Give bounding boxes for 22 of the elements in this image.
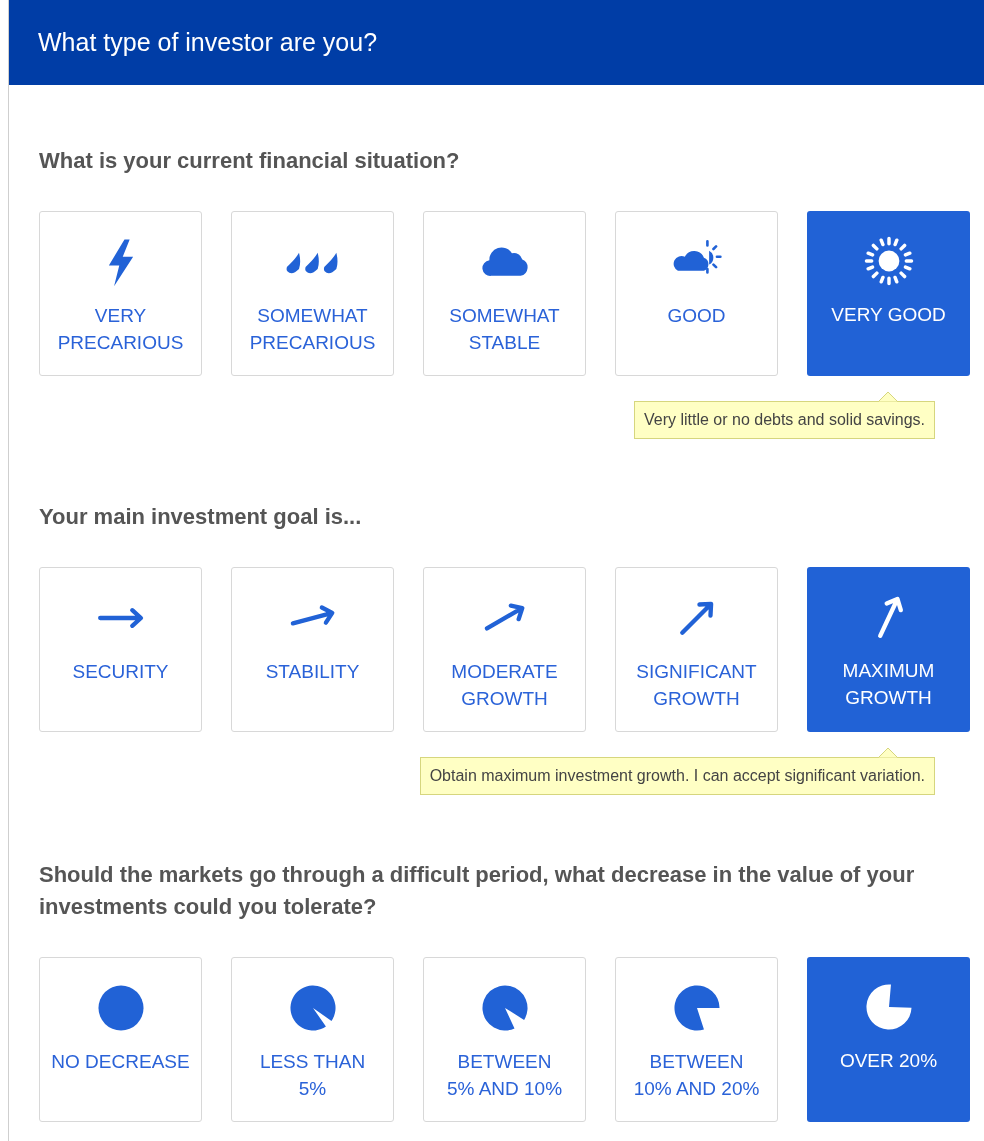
tooltip-pointer	[878, 391, 898, 402]
option-tile[interactable]: SOMEWHAT STABLE	[423, 211, 586, 376]
option-tile[interactable]: SOMEWHAT PRECARIOUS	[231, 211, 394, 376]
question-title: Your main investment goal is...	[39, 503, 363, 531]
option-tile[interactable]: STABILITY	[231, 567, 394, 732]
option-tile[interactable]: LESS THAN 5%	[231, 957, 394, 1122]
option-tile[interactable]: OVER 20%	[807, 957, 970, 1122]
option-tile[interactable]: BETWEEN 5% AND 10%	[423, 957, 586, 1122]
option-tile[interactable]: VERY PRECARIOUS	[39, 211, 202, 376]
option-tile[interactable]: GOOD	[615, 211, 778, 376]
option-tile[interactable]: MODERATE GROWTH	[423, 567, 586, 732]
option-tile[interactable]: SECURITY	[39, 567, 202, 732]
option-tile[interactable]: MAXIMUM GROWTH	[807, 567, 970, 732]
option-tile[interactable]: BETWEEN 10% AND 20%	[615, 957, 778, 1122]
tooltip-pointer	[878, 747, 898, 758]
option-tile[interactable]: VERY GOOD	[807, 211, 970, 376]
sun-icon	[862, 235, 915, 287]
question-title: What is your current financial situation?	[39, 147, 461, 175]
option-tile[interactable]: NO DECREASE	[39, 957, 202, 1122]
page-title: What type of investor are you?	[38, 26, 378, 58]
question-title: Should the markets go through a difficult period, what decrease in the value of your investments could you tolerate?	[39, 861, 916, 921]
option-tile[interactable]: SIGNIFICANT GROWTH	[615, 567, 778, 732]
